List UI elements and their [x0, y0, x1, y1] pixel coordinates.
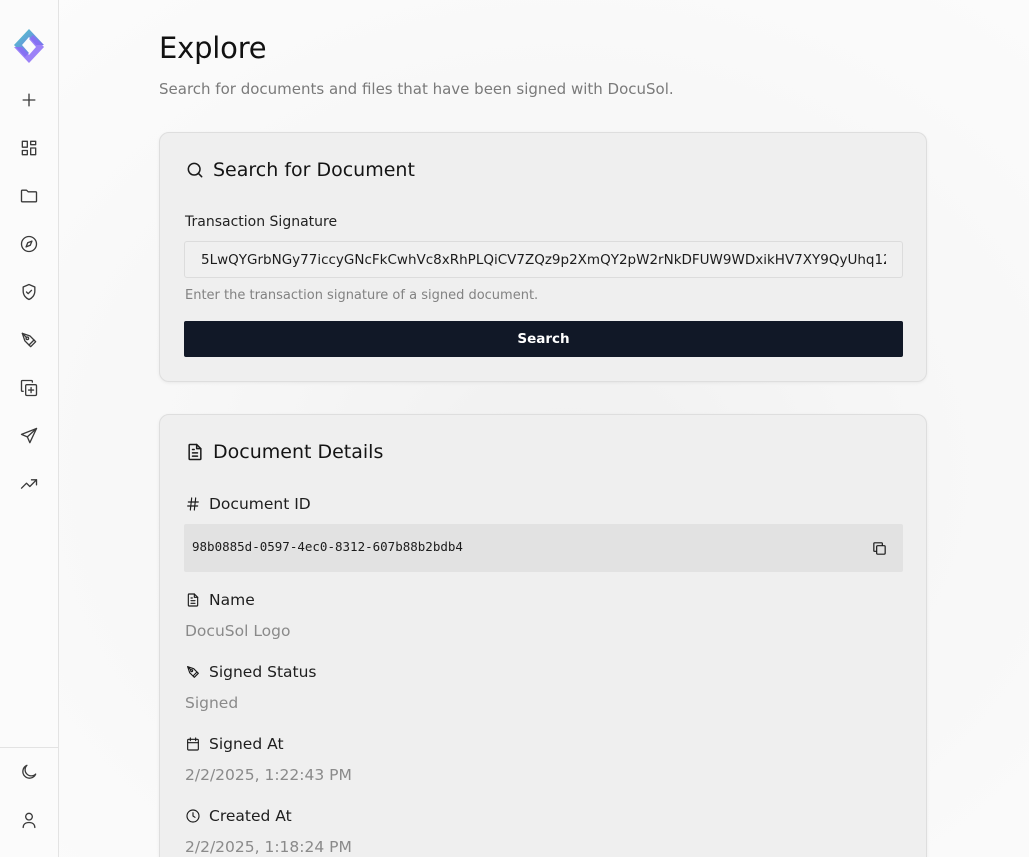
document-details-card: Document Details Document ID 98b0885d-05… [159, 414, 927, 857]
search-icon [187, 162, 203, 178]
create-button[interactable] [14, 373, 44, 403]
signed-at-label-text: Signed At [209, 735, 284, 753]
search-card-header: Search for Document [185, 159, 415, 181]
page-subtitle: Search for documents and files that have… [159, 80, 674, 98]
signed-status-value: Signed [185, 694, 239, 712]
copy-plus-icon [20, 379, 38, 397]
docusol-logo[interactable] [12, 27, 46, 65]
name-value: DocuSol Logo [185, 622, 291, 640]
pen-sign-icon [187, 666, 199, 678]
copy-id-button[interactable] [869, 538, 889, 558]
user-icon [22, 812, 36, 829]
document-id-label: Document ID [185, 495, 311, 513]
pen-sign-icon [21, 332, 37, 348]
sign-button[interactable] [14, 325, 44, 355]
theme-toggle-button[interactable] [14, 757, 44, 787]
transaction-signature-input[interactable] [184, 241, 903, 278]
created-at-value: 2/2/2025, 1:18:24 PM [185, 838, 352, 856]
plus-icon [22, 93, 36, 107]
analytics-button[interactable] [14, 469, 44, 499]
created-at-label-text: Created At [209, 807, 292, 825]
signed-status-label: Signed Status [185, 663, 317, 681]
document-id-label-text: Document ID [209, 495, 311, 513]
signed-status-label-text: Signed Status [209, 663, 317, 681]
hash-icon [187, 497, 199, 511]
signed-at-value: 2/2/2025, 1:22:43 PM [185, 766, 352, 784]
documents-button[interactable] [14, 181, 44, 211]
clock-icon [186, 809, 200, 823]
profile-button[interactable] [14, 805, 44, 835]
compass-icon [20, 235, 38, 253]
verify-button[interactable] [14, 277, 44, 307]
details-card-title: Document Details [213, 441, 384, 463]
search-button[interactable]: Search [184, 321, 903, 357]
search-card-title: Search for Document [213, 159, 415, 181]
details-card-header: Document Details [185, 441, 383, 463]
created-at-label: Created At [185, 807, 292, 825]
sidebar [0, 0, 59, 857]
dashboard-icon [21, 140, 37, 156]
file-text-icon [187, 593, 199, 607]
send-icon [20, 427, 38, 444]
search-card: Search for Document Transaction Signatur… [159, 132, 927, 382]
page-title: Explore [159, 31, 267, 65]
trending-up-icon [20, 479, 38, 489]
explore-button[interactable] [14, 229, 44, 259]
name-label: Name [185, 591, 255, 609]
folder-icon [20, 189, 38, 203]
name-label-text: Name [209, 591, 255, 609]
transaction-signature-label: Transaction Signature [185, 214, 338, 230]
calendar-icon [187, 737, 199, 751]
copy-icon [872, 541, 886, 555]
document-id-value: 98b0885d-0597-4ec0-8312-607b88b2bdb4 [192, 539, 463, 554]
dashboard-button[interactable] [14, 133, 44, 163]
shield-check-icon [22, 283, 36, 301]
send-button[interactable] [14, 421, 44, 451]
file-text-icon [188, 443, 202, 461]
document-id-box: 98b0885d-0597-4ec0-8312-607b88b2bdb4 [184, 524, 903, 572]
transaction-signature-hint: Enter the transaction signature of a sig… [185, 288, 539, 303]
moon-icon [22, 764, 37, 779]
new-button[interactable] [14, 85, 44, 115]
signed-at-label: Signed At [185, 735, 284, 753]
sidebar-divider [0, 747, 58, 748]
